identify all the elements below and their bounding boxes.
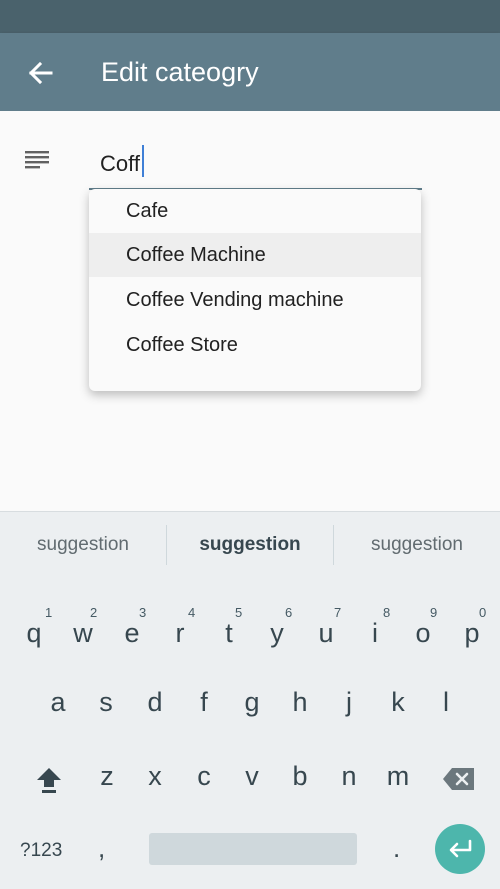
page-title: Edit cateogry <box>101 57 259 87</box>
app-bar: Edit cateogry <box>0 33 500 111</box>
key-label: y <box>270 618 284 648</box>
key-label: s <box>99 687 113 717</box>
backspace-key[interactable] <box>441 765 477 793</box>
dropdown-option[interactable]: Cafe <box>89 189 421 233</box>
shift-key[interactable] <box>32 763 66 797</box>
enter-key[interactable] <box>435 824 485 874</box>
key-label: m <box>386 761 410 791</box>
suggestion-left[interactable]: suggestion <box>0 512 166 578</box>
key-label: k <box>391 687 405 717</box>
key-t[interactable]: 5 t <box>206 603 252 663</box>
dropdown-option-highlighted[interactable]: Coffee Machine <box>89 233 421 277</box>
arrow-back-icon <box>28 61 53 85</box>
key-label: x <box>148 761 162 791</box>
key-j[interactable]: j <box>326 673 372 733</box>
key-k[interactable]: k <box>375 673 421 733</box>
key-label: w <box>73 618 93 648</box>
category-input[interactable]: Coff <box>89 139 422 190</box>
key-label: f <box>200 687 208 717</box>
key-x[interactable]: x <box>132 747 178 807</box>
key-o[interactable]: 9 o <box>400 603 446 663</box>
key-label: e <box>124 618 140 648</box>
key-label: q <box>26 618 42 648</box>
suggestion-right[interactable]: suggestion <box>334 512 500 578</box>
back-button[interactable] <box>18 53 62 93</box>
key-f[interactable]: f <box>181 673 227 733</box>
edit-form: Coff Cafe Coffee Machine Coffee Vending … <box>0 111 500 511</box>
key-label: z <box>100 761 114 791</box>
key-z[interactable]: z <box>84 747 130 807</box>
dropdown-option[interactable]: Coffee Store <box>89 323 421 367</box>
text-caret <box>141 145 144 177</box>
suggestion-center[interactable]: suggestion <box>167 512 333 578</box>
space-bar[interactable] <box>149 833 357 865</box>
key-l[interactable]: l <box>423 673 469 733</box>
category-input-value: Coff <box>100 150 140 176</box>
comma-key[interactable]: , <box>98 833 105 864</box>
key-label: v <box>245 761 259 791</box>
key-label: t <box>225 618 233 648</box>
key-label: p <box>464 618 480 648</box>
enter-icon <box>449 839 472 858</box>
key-label: c <box>197 761 211 791</box>
autocomplete-dropdown: Cafe Coffee Machine Coffee Vending machi… <box>89 189 421 391</box>
notes-icon <box>25 151 49 169</box>
key-w[interactable]: 2 w <box>60 603 106 663</box>
suggestion-bar: suggestion suggestion suggestion <box>0 511 500 577</box>
key-c[interactable]: c <box>181 747 227 807</box>
key-v[interactable]: v <box>229 747 275 807</box>
key-r[interactable]: 4 r <box>157 603 203 663</box>
backspace-icon <box>443 768 474 790</box>
key-n[interactable]: n <box>326 747 372 807</box>
key-y[interactable]: 6 y <box>254 603 300 663</box>
key-b[interactable]: b <box>277 747 323 807</box>
key-label: a <box>50 687 66 717</box>
key-p[interactable]: 0 p <box>449 603 495 663</box>
key-s[interactable]: s <box>83 673 129 733</box>
dropdown-option[interactable]: Coffee Vending machine <box>89 278 421 322</box>
key-label: g <box>244 687 260 717</box>
key-a[interactable]: a <box>35 673 81 733</box>
key-label: u <box>318 618 334 648</box>
key-label: b <box>292 761 308 791</box>
key-d[interactable]: d <box>132 673 178 733</box>
key-label: o <box>415 618 431 648</box>
key-e[interactable]: 3 e <box>109 603 155 663</box>
key-q[interactable]: 1 q <box>11 603 57 663</box>
key-i[interactable]: 8 i <box>352 603 398 663</box>
soft-keyboard: 1 q 2 w 3 e 4 r 5 t 6 y 7 u 8 i 9 o 0 p … <box>0 577 500 889</box>
key-label: j <box>346 687 352 717</box>
key-g[interactable]: g <box>229 673 275 733</box>
key-label: i <box>372 618 378 648</box>
key-u[interactable]: 7 u <box>303 603 349 663</box>
key-label: l <box>443 687 449 717</box>
key-label: n <box>341 761 357 791</box>
key-m[interactable]: m <box>375 747 421 807</box>
symbols-key[interactable]: ?123 <box>20 840 62 862</box>
key-label: r <box>175 618 185 648</box>
key-label: d <box>147 687 163 717</box>
key-h[interactable]: h <box>277 673 323 733</box>
period-key[interactable]: . <box>393 833 400 864</box>
status-bar <box>0 0 500 33</box>
shift-icon <box>37 768 61 793</box>
key-label: h <box>292 687 308 717</box>
